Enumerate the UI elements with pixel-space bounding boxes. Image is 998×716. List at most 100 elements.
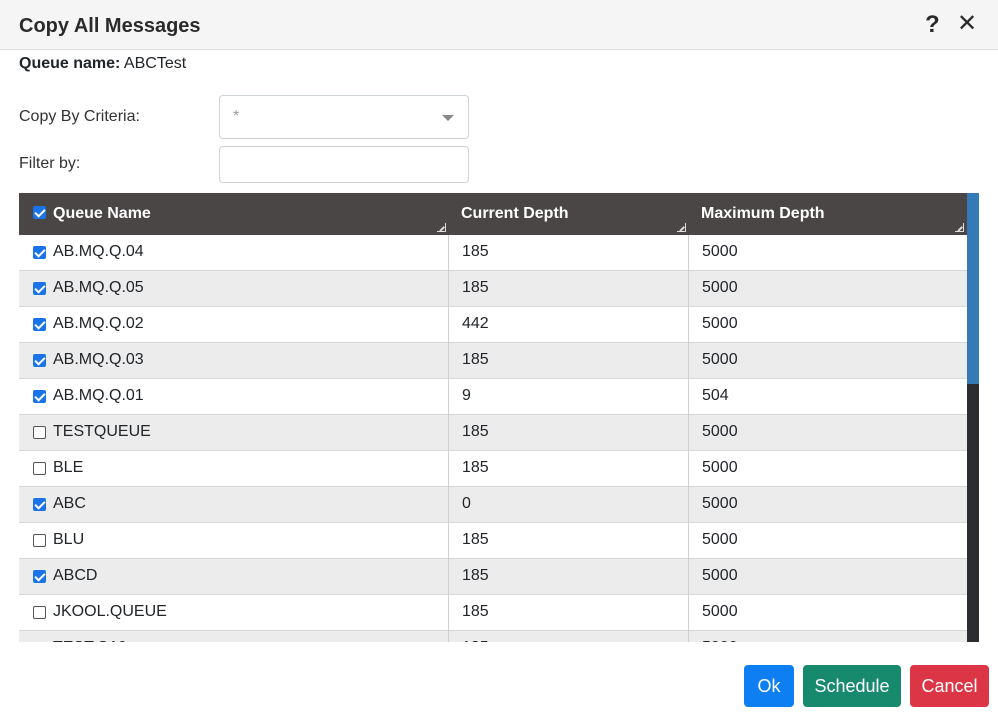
filter-input[interactable]: [219, 146, 469, 183]
cell-current-depth: 185: [462, 567, 489, 584]
cell-queue-name: TEST.Q10: [53, 631, 127, 642]
column-divider: [688, 415, 689, 451]
column-divider: [448, 559, 449, 595]
column-resize-icon[interactable]: [677, 223, 687, 233]
scrollbar-thumb[interactable]: [967, 193, 979, 384]
column-divider: [688, 343, 689, 379]
row-checkbox[interactable]: [33, 570, 46, 583]
row-checkbox[interactable]: [33, 282, 46, 295]
cell-maximum-depth: 5000: [702, 243, 738, 260]
column-divider: [448, 523, 449, 559]
column-divider: [688, 451, 689, 487]
cell-queue-name: TESTQUEUE: [53, 423, 151, 440]
cell-queue-name: JKOOL.QUEUE: [53, 603, 167, 620]
column-divider: [448, 631, 449, 642]
column-resize-icon[interactable]: [955, 223, 965, 233]
table-row[interactable]: ABCD 185 5000: [19, 559, 967, 595]
row-checkbox[interactable]: [33, 246, 46, 259]
column-divider: [448, 451, 449, 487]
cell-maximum-depth: 5000: [702, 459, 738, 476]
row-checkbox[interactable]: [33, 498, 46, 511]
grid-body: AB.MQ.Q.04 185 5000 AB.MQ.Q.05 185 5000 AB.MQ.…: [19, 235, 967, 642]
copy-criteria-label: Copy By Criteria:: [19, 108, 140, 125]
table-row[interactable]: AB.MQ.Q.04 185 5000: [19, 235, 967, 271]
queue-name-value: ABCTest: [123, 55, 187, 72]
cell-maximum-depth: 5000: [702, 495, 738, 512]
queue-grid-table: Queue Name Current Depth Maximum Depth A…: [19, 193, 967, 642]
cell-current-depth: 185: [462, 423, 489, 440]
copy-criteria-value: *: [233, 108, 240, 125]
column-divider: [448, 343, 449, 379]
table-row[interactable]: AB.MQ.Q.01 9 504: [19, 379, 967, 415]
column-divider: [688, 595, 689, 631]
cell-maximum-depth: 5000: [702, 531, 738, 548]
table-row[interactable]: AB.MQ.Q.05 185 5000: [19, 271, 967, 307]
cancel-button[interactable]: Cancel: [910, 665, 989, 707]
column-header-queue-name[interactable]: Queue Name: [53, 193, 151, 235]
column-divider: [688, 487, 689, 523]
grid-scrollbar[interactable]: [967, 193, 979, 642]
cell-queue-name: BLU: [53, 531, 85, 548]
column-divider: [688, 379, 689, 415]
column-divider: [688, 307, 689, 343]
filter-label: Filter by:: [19, 155, 81, 172]
cell-queue-name: AB.MQ.Q.01: [53, 387, 144, 404]
cell-current-depth: 185: [462, 351, 489, 368]
table-row[interactable]: TEST.Q10 185 5000: [19, 631, 967, 642]
column-divider: [448, 415, 449, 451]
cell-maximum-depth: 5000: [702, 567, 738, 584]
table-row[interactable]: BLE 185 5000: [19, 451, 967, 487]
row-checkbox[interactable]: [33, 318, 46, 331]
cell-current-depth: 9: [462, 387, 471, 404]
column-divider: [448, 307, 449, 343]
table-row[interactable]: AB.MQ.Q.03 185 5000: [19, 343, 967, 379]
cell-current-depth: 185: [462, 531, 489, 548]
column-divider: [688, 523, 689, 559]
column-resize-icon[interactable]: [437, 223, 447, 233]
column-divider: [448, 595, 449, 631]
cell-queue-name: BLE: [53, 459, 84, 476]
column-header-maximum-depth[interactable]: Maximum Depth: [701, 193, 825, 235]
copy-criteria-select[interactable]: *: [219, 95, 469, 139]
dialog-titlebar: Copy All Messages ? ✕: [0, 0, 998, 50]
cell-maximum-depth: 5000: [702, 351, 738, 368]
column-divider: [448, 487, 449, 523]
row-checkbox[interactable]: [33, 426, 46, 439]
column-divider: [448, 235, 449, 271]
row-checkbox[interactable]: [33, 462, 46, 475]
chevron-down-icon: [442, 115, 454, 121]
cell-queue-name: ABC: [53, 495, 86, 512]
table-row[interactable]: JKOOL.QUEUE 185 5000: [19, 595, 967, 631]
cell-queue-name: AB.MQ.Q.04: [53, 243, 144, 260]
table-row[interactable]: TESTQUEUE 185 5000: [19, 415, 967, 451]
column-divider: [688, 559, 689, 595]
schedule-button[interactable]: Schedule: [803, 665, 901, 707]
row-checkbox[interactable]: [33, 606, 46, 619]
select-all-checkbox[interactable]: [33, 206, 46, 219]
queue-name-line: Queue name: ABCTest: [19, 55, 186, 73]
table-row[interactable]: BLU 185 5000: [19, 523, 967, 559]
cell-current-depth: 185: [462, 631, 489, 642]
column-header-current-depth[interactable]: Current Depth: [461, 193, 569, 235]
row-checkbox[interactable]: [33, 534, 46, 547]
cell-current-depth: 185: [462, 279, 489, 296]
cell-current-depth: 185: [462, 603, 489, 620]
cell-queue-name: AB.MQ.Q.05: [53, 279, 144, 296]
row-checkbox[interactable]: [33, 354, 46, 367]
cell-maximum-depth: 5000: [702, 315, 738, 332]
row-checkbox[interactable]: [33, 390, 46, 403]
question-icon[interactable]: ?: [925, 11, 940, 39]
cell-queue-name: AB.MQ.Q.02: [53, 315, 144, 332]
cell-maximum-depth: 504: [702, 387, 729, 404]
cell-maximum-depth: 5000: [702, 423, 738, 440]
queue-name-label: Queue name:: [19, 55, 121, 72]
table-row[interactable]: AB.MQ.Q.02 442 5000: [19, 307, 967, 343]
cell-current-depth: 0: [462, 495, 471, 512]
table-row[interactable]: ABC 0 5000: [19, 487, 967, 523]
close-icon[interactable]: ✕: [957, 10, 977, 38]
column-divider: [688, 631, 689, 642]
copy-messages-dialog: Copy All Messages ? ✕ Queue name: ABCTes…: [0, 0, 998, 716]
column-divider: [688, 235, 689, 271]
ok-button[interactable]: Ok: [744, 665, 794, 707]
cell-maximum-depth: 5000: [702, 603, 738, 620]
